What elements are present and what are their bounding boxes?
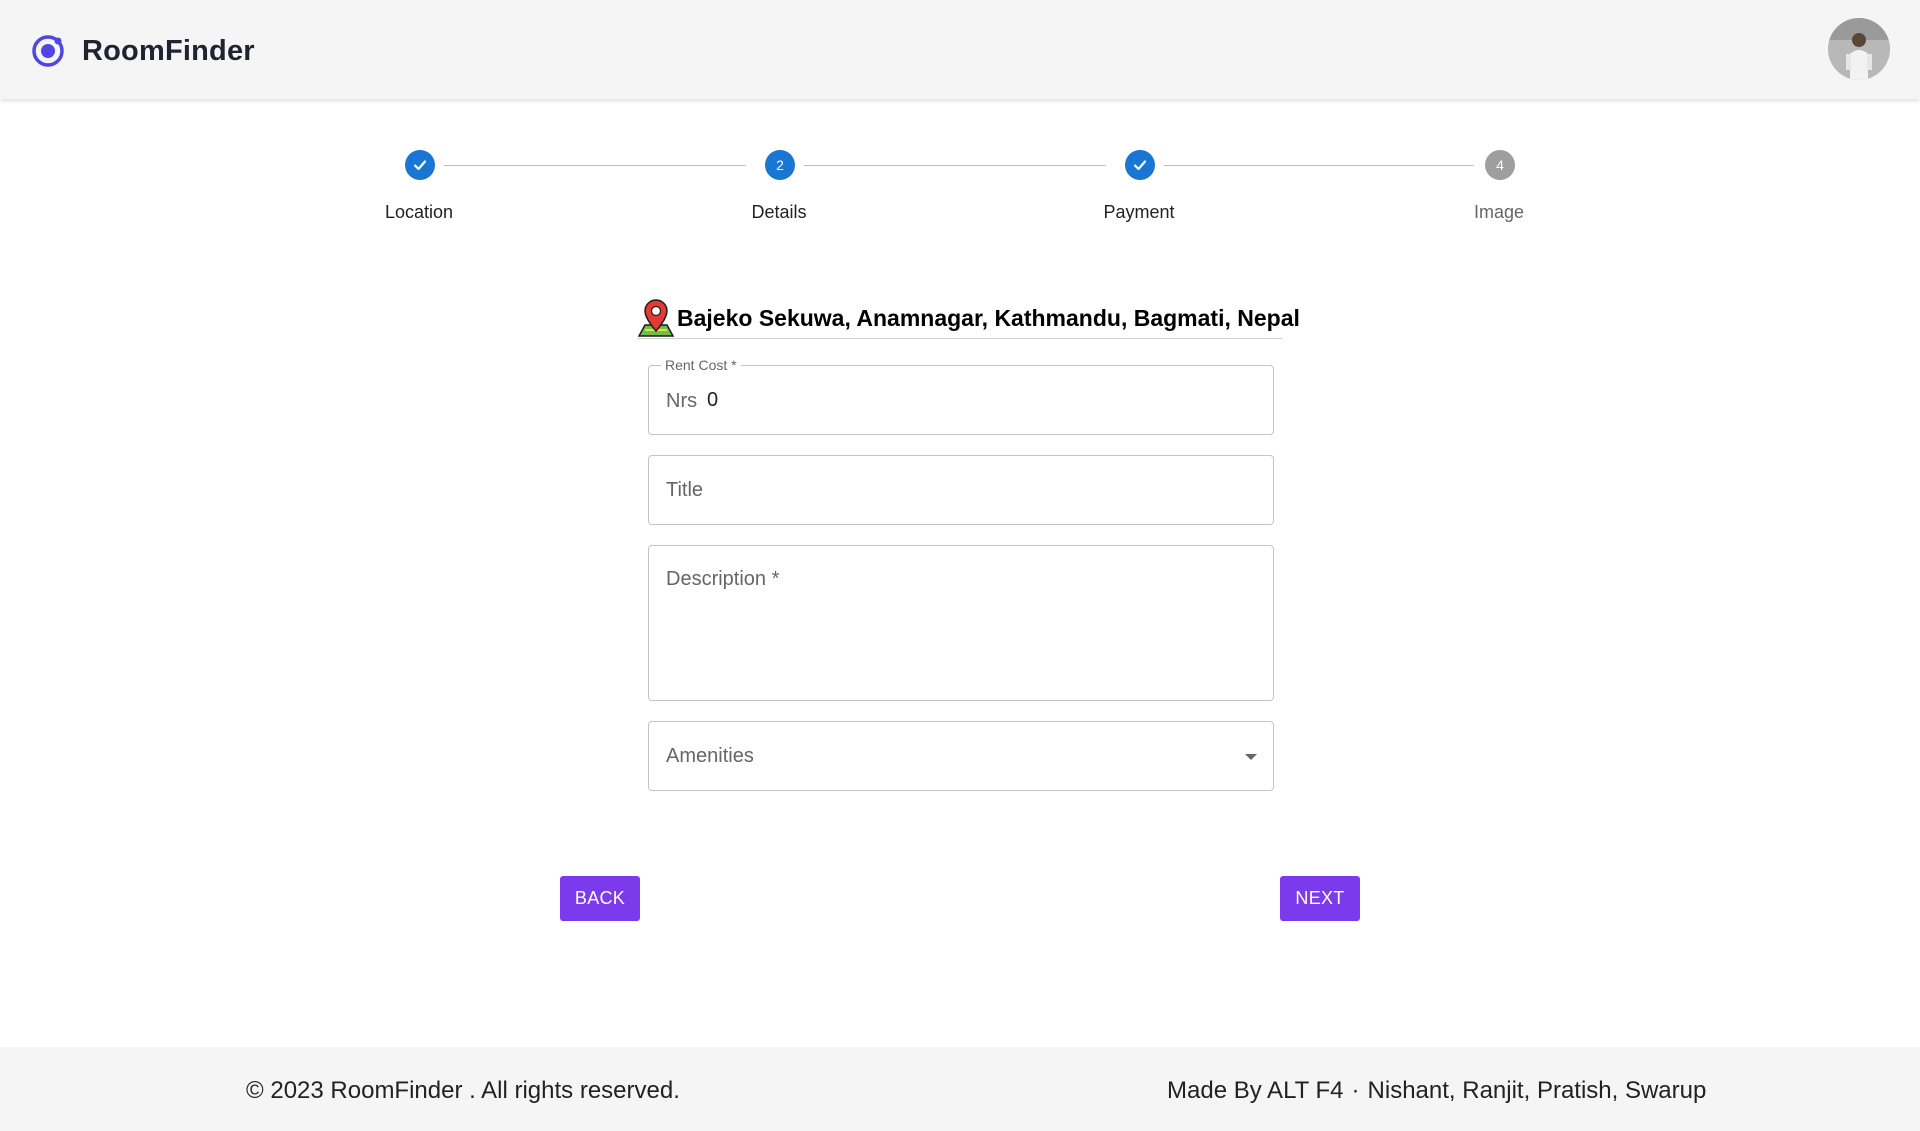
footer: © 2023 RoomFinder . All rights reserved.…	[0, 1047, 1920, 1131]
back-button[interactable]: BACK	[560, 876, 640, 921]
amenities-placeholder: Amenities	[666, 745, 754, 767]
separator: ·	[1351, 1077, 1360, 1104]
check-icon	[405, 150, 435, 180]
chevron-down-icon[interactable]	[1245, 754, 1257, 760]
authors-text: Nishant, Ranjit, Pratish, Swarup	[1367, 1077, 1707, 1104]
map-pin-icon	[637, 299, 675, 337]
next-button[interactable]: NEXT	[1280, 876, 1360, 921]
step-connector	[804, 165, 1106, 166]
step-number: 2	[765, 150, 795, 180]
title-field[interactable]: Title	[648, 455, 1274, 525]
made-by-text: Made By ALT F4	[1167, 1077, 1344, 1104]
step-label: Payment	[1103, 202, 1175, 222]
step-connector	[444, 165, 746, 166]
currency-adornment: Nrs	[666, 390, 698, 412]
step-connector	[1164, 165, 1474, 166]
description-placeholder: Description *	[666, 568, 780, 590]
credits: Made By ALT F4 · Nishant, Ranjit, Pratis…	[1167, 1077, 1706, 1105]
description-field[interactable]: Description *	[648, 545, 1274, 701]
divider	[637, 338, 1283, 339]
step-label: Image	[1473, 202, 1525, 222]
rent-cost-value[interactable]: 0	[707, 389, 718, 412]
step-number: 4	[1485, 150, 1515, 180]
step-label: Details	[751, 202, 807, 222]
step-label: Location	[384, 202, 454, 222]
copyright-text: © 2023 RoomFinder . All rights reserved.	[246, 1077, 680, 1104]
location-heading: Bajeko Sekuwa, Anamnagar, Kathmandu, Bag…	[637, 298, 1300, 338]
stepper: Location 2 Details Payment 4 Image	[0, 0, 1920, 230]
check-icon	[1125, 150, 1155, 180]
location-text: Bajeko Sekuwa, Anamnagar, Kathmandu, Bag…	[677, 304, 1300, 331]
title-placeholder: Title	[666, 479, 704, 501]
rent-cost-field[interactable]: Rent Cost * Nrs 0	[648, 357, 1274, 435]
amenities-select[interactable]: Amenities	[648, 721, 1274, 791]
rent-cost-label: Rent Cost *	[661, 357, 741, 373]
